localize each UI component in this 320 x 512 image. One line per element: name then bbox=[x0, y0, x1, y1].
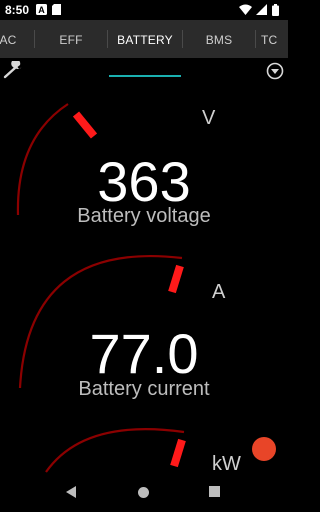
battery-current-unit: A bbox=[212, 281, 226, 303]
status-time: 8:50 bbox=[5, 3, 30, 17]
tab-divider bbox=[255, 30, 256, 48]
power-gauge-arc bbox=[45, 428, 185, 473]
floating-action-button[interactable] bbox=[252, 437, 276, 461]
battery-current-value: 77.0 bbox=[89, 322, 199, 385]
svg-text:A: A bbox=[38, 5, 45, 15]
tab-eff[interactable]: EFF bbox=[36, 20, 106, 58]
battery-voltage-value: 363 bbox=[97, 150, 191, 213]
tab-divider bbox=[34, 30, 35, 48]
battery-icon bbox=[272, 4, 279, 16]
battery-power-unit: kW bbox=[212, 453, 241, 475]
sim-card-icon bbox=[52, 4, 61, 15]
tab-divider bbox=[182, 30, 183, 48]
battery-voltage-label: Battery voltage bbox=[77, 205, 211, 227]
recents-icon[interactable] bbox=[209, 486, 221, 498]
tab-divider bbox=[107, 30, 108, 48]
battery-voltage-unit: V bbox=[202, 107, 216, 129]
navigation-bar bbox=[0, 474, 288, 512]
power-gauge bbox=[45, 428, 186, 473]
wifi-icon bbox=[239, 4, 252, 15]
home-icon[interactable] bbox=[137, 486, 150, 499]
status-bar: 8:50 A bbox=[0, 0, 288, 20]
current-gauge-needle bbox=[168, 264, 184, 294]
tab-tc[interactable]: TC bbox=[257, 20, 301, 58]
tab-battery[interactable]: BATTERY bbox=[109, 20, 181, 58]
cellular-signal-icon bbox=[256, 4, 267, 15]
tab-bms[interactable]: BMS bbox=[184, 20, 254, 58]
gauges-canvas bbox=[16, 103, 186, 473]
power-gauge-needle bbox=[170, 438, 186, 468]
tab-bar: AC EFF BATTERY BMS TC bbox=[0, 20, 288, 77]
notification-a-icon: A bbox=[36, 4, 47, 15]
back-icon[interactable] bbox=[64, 485, 78, 499]
tab-ac[interactable]: AC bbox=[0, 20, 28, 58]
battery-current-label: Battery current bbox=[78, 378, 210, 400]
voltage-gauge-needle bbox=[72, 111, 98, 139]
